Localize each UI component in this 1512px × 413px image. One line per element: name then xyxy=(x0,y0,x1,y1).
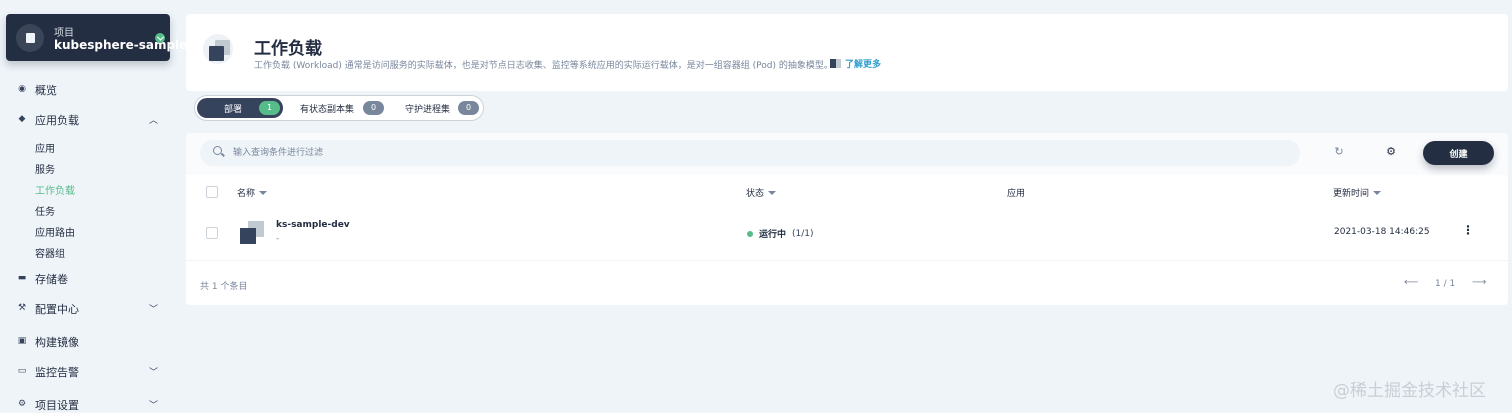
column-label: 更新时间 xyxy=(1333,189,1370,199)
column-label: 应用 xyxy=(1007,189,1026,199)
sort-caret-icon xyxy=(259,190,268,195)
sidebar-item-label: 概览 xyxy=(35,84,57,97)
overview-icon: ◉ xyxy=(18,84,26,94)
sidebar-subitem-apps[interactable]: 应用 xyxy=(35,140,55,155)
page-indicator: 1 / 1 xyxy=(1435,279,1456,289)
sidebar-item-workloads-group[interactable]: ◆ 应用负载 ︿ xyxy=(0,110,176,130)
column-app: 应用 xyxy=(1007,186,1025,199)
updated-time: 2021-03-18 14:46:25 xyxy=(1334,227,1430,237)
sidebar-subitem-routes[interactable]: 应用路由 xyxy=(35,224,75,239)
project-status-icon xyxy=(155,33,165,43)
total-count: 共 1 个条目 xyxy=(200,282,248,292)
sidebar: 项目 kubesphere-sample... ◉ 概览 ◆ 应用负载 ︿ 应用… xyxy=(0,0,201,413)
chevron-up-icon: ︿ xyxy=(149,116,159,126)
deployment-icon xyxy=(240,221,264,245)
gear-icon[interactable]: ⚙ xyxy=(1384,145,1398,159)
status-count: (1/1) xyxy=(792,228,814,239)
sidebar-item-label: 项目设置 xyxy=(35,399,79,412)
table-row: ks-sample-dev - 运行中 (1/1) 2021-03-18 14:… xyxy=(186,209,1508,261)
arrow-left-icon[interactable]: ⟵ xyxy=(1404,277,1418,288)
sidebar-item-settings[interactable]: ⚙ 项目设置 ﹀ xyxy=(0,395,176,413)
chevron-down-icon: ﹀ xyxy=(149,368,159,378)
sidebar-item-label: 存储卷 xyxy=(35,273,68,286)
sidebar-subitem-services[interactable]: 服务 xyxy=(35,161,55,176)
sidebar-item-label: 构建镜像 xyxy=(35,336,79,349)
hammer-icon: ⚒ xyxy=(17,303,27,313)
page-header: 工作负载 工作负载 (Workload) 通常是访问服务的实际载体，也是对节点日… xyxy=(186,14,1508,91)
project-icon xyxy=(16,24,44,52)
sort-caret-icon xyxy=(768,190,777,195)
tab-deployments[interactable]: 部署 1 xyxy=(197,98,283,118)
row-checkbox[interactable] xyxy=(206,227,218,239)
create-button[interactable]: 创建 xyxy=(1423,141,1494,165)
more-actions-icon[interactable]: ⋮ xyxy=(1462,223,1474,237)
search-input[interactable] xyxy=(233,146,833,160)
workload-name-link[interactable]: ks-sample-dev xyxy=(276,220,350,230)
watermark: @稀土掘金技术社区 xyxy=(1333,381,1486,401)
page-description: 工作负载 (Workload) 通常是访问服务的实际载体，也是对节点日志收集、监… xyxy=(254,61,833,71)
column-label: 状态 xyxy=(746,189,765,199)
tab-label: 有状态副本集 xyxy=(300,105,355,115)
sidebar-item-label: 应用负载 xyxy=(35,114,79,127)
learn-more-link[interactable]: 了解更多 xyxy=(830,57,881,70)
workload-table-card: ↻ ⚙ 创建 名称 状态 应用 更新时间 ks-sample-dev - 运行中 xyxy=(186,133,1508,305)
arrow-right-icon[interactable]: ⟶ xyxy=(1472,277,1486,288)
layers-icon: ◆ xyxy=(18,114,26,124)
gear-icon: ⚙ xyxy=(17,399,27,409)
chevron-down-icon: ﹀ xyxy=(149,305,159,315)
page-title: 工作负载 xyxy=(254,39,322,59)
status-label: 运行中 xyxy=(759,230,787,240)
sidebar-subitem-workloads[interactable]: 工作负载 xyxy=(35,182,75,197)
sidebar-item-overview[interactable]: ◉ 概览 xyxy=(0,80,176,100)
tab-count-badge: 0 xyxy=(363,101,384,115)
tab-statefulsets[interactable]: 有状态副本集 0 xyxy=(287,98,387,118)
column-label: 名称 xyxy=(237,189,256,199)
sidebar-item-label: 配置中心 xyxy=(35,303,79,316)
status-dot-icon xyxy=(747,230,753,237)
chevron-down-icon: ﹀ xyxy=(149,401,159,411)
sidebar-item-label: 监控告警 xyxy=(35,366,79,379)
column-status[interactable]: 状态 xyxy=(746,186,777,199)
tab-label: 部署 xyxy=(224,105,243,115)
book-icon xyxy=(830,59,841,68)
project-selector[interactable]: 项目 kubesphere-sample... xyxy=(6,14,201,61)
project-name: kubesphere-sample... xyxy=(54,38,201,52)
sidebar-item-config[interactable]: ⚒ 配置中心 ﹀ xyxy=(0,299,176,319)
storage-icon: ▬ xyxy=(17,273,27,283)
workload-type-tabs: 部署 1 有状态副本集 0 守护进程集 0 xyxy=(194,95,484,121)
sidebar-subitem-pods[interactable]: 容器组 xyxy=(35,245,65,260)
tab-count-badge: 0 xyxy=(458,101,479,115)
workload-icon xyxy=(203,34,233,64)
learn-more-label: 了解更多 xyxy=(845,60,882,70)
column-updated[interactable]: 更新时间 xyxy=(1333,186,1382,199)
sidebar-item-storage[interactable]: ▬ 存储卷 xyxy=(0,269,176,289)
status-badge: 运行中 (1/1) xyxy=(747,227,814,240)
sidebar-item-monitoring[interactable]: ▭ 监控告警 ﹀ xyxy=(0,362,176,382)
sort-caret-icon xyxy=(1373,190,1382,195)
search-bar[interactable] xyxy=(200,140,1300,166)
refresh-icon[interactable]: ↻ xyxy=(1332,145,1346,159)
workload-subtitle: - xyxy=(276,234,280,244)
tab-daemonsets[interactable]: 守护进程集 0 xyxy=(389,98,481,118)
column-name[interactable]: 名称 xyxy=(237,186,268,199)
table-header: 名称 状态 应用 更新时间 xyxy=(186,178,1508,206)
tab-count-badge: 1 xyxy=(259,101,280,115)
build-icon: ▣ xyxy=(17,336,27,346)
table-toolbar: ↻ ⚙ 创建 xyxy=(186,133,1508,175)
sidebar-item-build-image[interactable]: ▣ 构建镜像 xyxy=(0,332,176,352)
table-footer: 共 1 个条目 ⟵ 1 / 1 ⟶ xyxy=(186,263,1508,305)
select-all-checkbox[interactable] xyxy=(206,186,218,198)
sidebar-subitem-jobs[interactable]: 任务 xyxy=(35,203,55,218)
tab-label: 守护进程集 xyxy=(405,105,451,115)
monitor-icon: ▭ xyxy=(17,366,27,376)
search-icon xyxy=(213,146,222,155)
project-label: 项目 xyxy=(54,28,74,39)
